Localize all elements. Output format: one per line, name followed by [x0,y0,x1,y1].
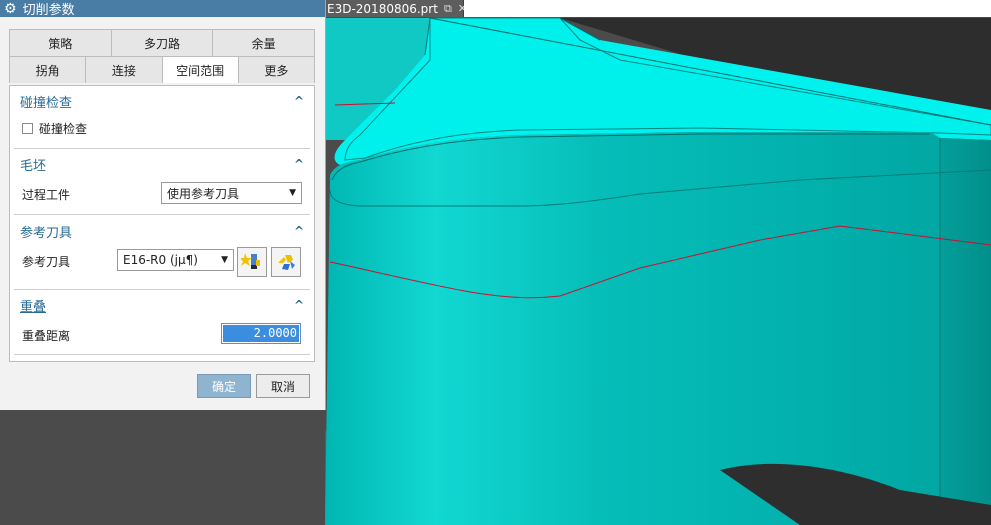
cancel-button[interactable]: 取消 [256,374,310,398]
overlap-distance-input[interactable]: 2.0000 [221,323,301,344]
in-process-workpiece-select[interactable]: 使用参考刀具 ▼ [161,182,302,204]
tab-corners[interactable]: 拐角 [9,56,87,83]
triangle-down-icon: ▼ [221,255,228,265]
in-process-workpiece-label: 过程工件 [22,188,71,202]
tab-stock[interactable]: 余量 [212,29,316,56]
group-header-reference-tool: 参考刀具 [20,225,73,241]
tab-row-1: 策略 多刀路 余量 [9,29,316,56]
reference-tool-select[interactable]: E16-R0 (jµ¶) ▼ [117,249,234,271]
divider [14,214,310,215]
tab-more[interactable]: 更多 [237,56,315,83]
tab-strategy[interactable]: 策略 [9,29,112,56]
document-tab[interactable]: E3D-20180806.prt ⧉ ✕ [325,0,467,17]
tab-strip: 策略 多刀路 余量 拐角 连接 空间范围 更多 [9,29,316,83]
document-tab-bar: E3D-20180806.prt ⧉ ✕ [325,0,991,17]
in-process-workpiece-value: 使用参考刀具 [167,186,240,201]
chevron-up-icon[interactable]: ^ [294,224,304,238]
overlap-distance-value: 2.0000 [223,325,299,342]
divider [14,148,310,149]
reference-tool-value: E16-R0 (jµ¶) [123,253,198,267]
tab-row-2: 拐角 连接 空间范围 更多 [9,56,315,83]
group-header-collision: 碰撞检查 [20,95,73,111]
tab-multiple-passes[interactable]: 多刀路 [110,29,214,56]
group-reference-tool[interactable]: 参考刀具 ^ [14,220,310,242]
divider [14,354,310,355]
tab-connections[interactable]: 连接 [85,56,163,83]
chevron-up-icon[interactable]: ^ [294,157,304,171]
overlap-distance-label: 重叠距离 [22,329,71,343]
collision-check-row[interactable]: 碰撞检查 [22,120,87,137]
tab-content-panel: 碰撞检查 ^ 碰撞检查 毛坯 ^ 过程工件 使用参考刀具 ▼ 参考刀具 ^ 参考… [9,85,315,362]
chevron-up-icon[interactable]: ^ [294,298,304,312]
gear-icon: ⚙ [4,0,17,17]
tab-containment[interactable]: 空间范围 [161,56,239,83]
edit-tool-icon [278,255,295,270]
divider [14,289,310,290]
dialog-title-bar[interactable]: ⚙ 切削参数 [0,0,325,18]
document-tab-title: E3D-20180806.prt [327,1,438,16]
new-tool-icon [241,253,260,269]
popout-icon[interactable]: ⧉ [444,2,452,16]
triangle-down-icon: ▼ [289,188,296,198]
chevron-up-icon[interactable]: ^ [294,94,304,108]
cutting-parameters-dialog: ⚙ 切削参数 策略 多刀路 余量 拐角 连接 空间范围 更多 碰撞检查 ^ 碰撞… [0,0,326,410]
group-collision-check[interactable]: 碰撞检查 ^ [14,90,310,112]
group-blank[interactable]: 毛坯 ^ [14,153,310,175]
dialog-title: 切削参数 [22,3,75,18]
document-tab-bar-blank [464,0,991,17]
group-header-overlap: 重叠 [20,299,47,315]
group-header-blank: 毛坯 [20,158,47,174]
collision-check-checkbox[interactable] [22,123,33,134]
group-overlap[interactable]: 重叠 ^ [14,294,310,316]
reference-tool-label: 参考刀具 [22,255,71,269]
ok-button[interactable]: 确定 [197,374,251,398]
edit-tool-button[interactable] [271,247,301,277]
collision-check-label: 碰撞检查 [39,122,88,136]
create-tool-button[interactable] [237,247,267,277]
